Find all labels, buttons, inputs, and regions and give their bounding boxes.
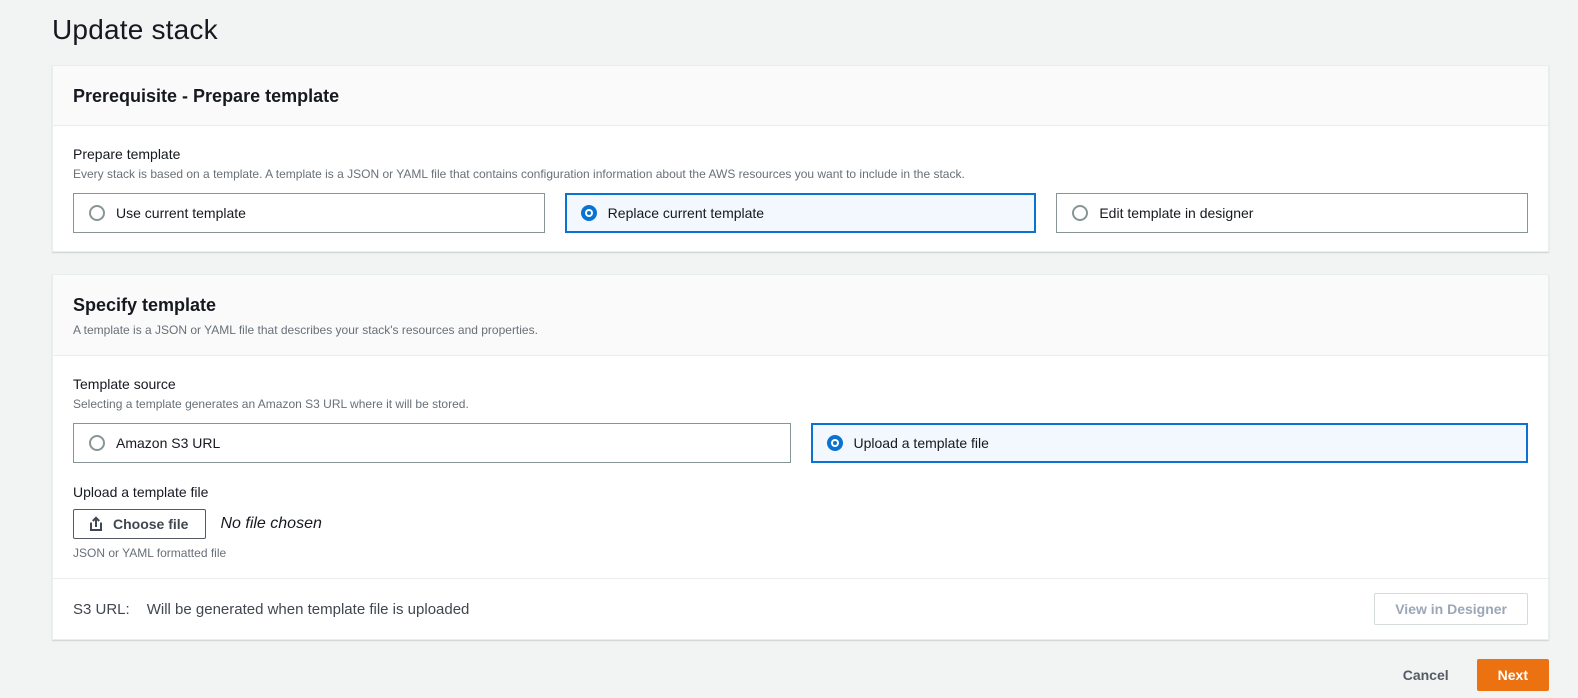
radio-checked-icon[interactable] xyxy=(826,435,843,451)
radio-unchecked-icon[interactable] xyxy=(1072,205,1089,221)
next-button[interactable]: Next xyxy=(1476,659,1549,691)
prerequisite-card-body: Prepare template Every stack is based on… xyxy=(53,126,1548,251)
option-label: Use current template xyxy=(116,205,246,221)
prepare-template-description: Every stack is based on a template. A te… xyxy=(73,167,965,181)
s3-url-line: S3 URL: Will be generated when template … xyxy=(73,601,469,618)
s3-url-label: S3 URL: xyxy=(73,600,130,618)
option-label: Upload a template file xyxy=(853,435,989,451)
file-input-row: Choose file No file chosen xyxy=(73,509,1528,539)
prerequisite-card-title: Prerequisite - Prepare template xyxy=(73,86,340,106)
page-title: Update stack xyxy=(52,14,218,45)
upload-template-file-block: Upload a template file Choose file No fi xyxy=(73,484,1528,560)
file-format-hint: JSON or YAML formatted file xyxy=(73,546,227,560)
option-amazon-s3-url[interactable]: Amazon S3 URL xyxy=(73,423,791,463)
radio-checked-icon[interactable] xyxy=(580,205,597,221)
prepare-template-label: Prepare template xyxy=(73,146,181,162)
upload-icon xyxy=(88,516,104,532)
specify-template-card-footer: S3 URL: Will be generated when template … xyxy=(53,578,1548,639)
update-stack-page: Update stack Prerequisite - Prepare temp… xyxy=(0,0,1578,691)
option-edit-template-in-designer[interactable]: Edit template in designer xyxy=(1056,193,1529,233)
radio-unchecked-icon[interactable] xyxy=(89,205,105,221)
radio-unchecked-icon[interactable] xyxy=(89,435,105,451)
template-source-description: Selecting a template generates an Amazon… xyxy=(73,397,469,411)
option-label: Replace current template xyxy=(607,205,765,221)
prerequisite-card: Prerequisite - Prepare template Prepare … xyxy=(52,65,1549,252)
choose-file-label: Choose file xyxy=(113,516,189,532)
upload-template-file-label: Upload a template file xyxy=(73,484,209,500)
template-source-options: Amazon S3 URL Upload a template file xyxy=(73,423,1528,463)
s3-url-value: Will be generated when template file is … xyxy=(146,600,470,618)
specify-template-title: Specify template xyxy=(73,295,217,315)
specify-template-card: Specify template A template is a JSON or… xyxy=(52,274,1549,640)
template-source-label: Template source xyxy=(73,376,176,392)
option-upload-template-file[interactable]: Upload a template file xyxy=(810,423,1528,463)
option-replace-current-template[interactable]: Replace current template xyxy=(564,193,1037,233)
choose-file-button[interactable]: Choose file xyxy=(73,509,207,539)
option-label: Amazon S3 URL xyxy=(116,435,221,451)
cancel-button[interactable]: Cancel xyxy=(1385,661,1467,689)
specify-template-description: A template is a JSON or YAML file that d… xyxy=(73,323,538,337)
option-label: Edit template in designer xyxy=(1099,205,1254,221)
file-chosen-status: No file chosen xyxy=(220,515,322,532)
view-in-designer-button[interactable]: View in Designer xyxy=(1374,593,1528,625)
prepare-template-options: Use current template Replace current tem… xyxy=(73,193,1529,233)
wizard-actions: Cancel Next xyxy=(52,659,1549,691)
specify-template-card-header: Specify template A template is a JSON or… xyxy=(53,275,1548,356)
option-use-current-template[interactable]: Use current template xyxy=(73,193,545,233)
specify-template-card-body: Template source Selecting a template gen… xyxy=(53,356,1548,578)
prerequisite-card-header: Prerequisite - Prepare template xyxy=(53,66,1548,126)
